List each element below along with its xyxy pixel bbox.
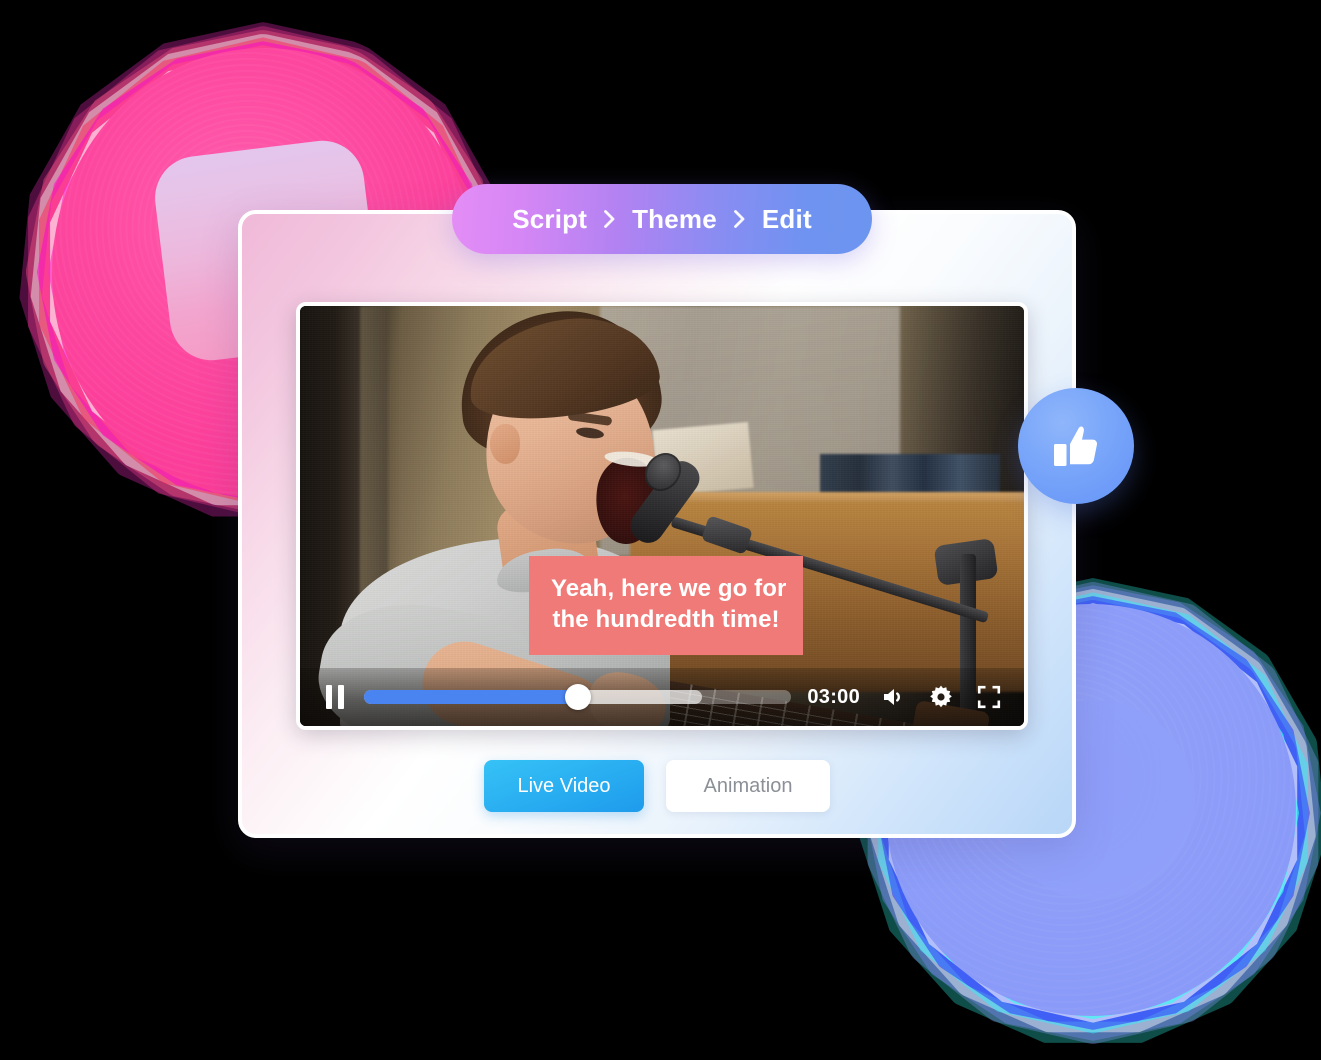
gear-icon xyxy=(930,685,952,708)
pause-button[interactable] xyxy=(318,680,352,714)
caption-line-2: the hundredth time! xyxy=(552,606,780,634)
thumbs-up-icon xyxy=(1054,426,1098,466)
breadcrumb-item-script[interactable]: Script xyxy=(509,204,590,235)
scene-root: Yeah, here we go for the hundredth time!… xyxy=(0,0,1321,1060)
fullscreen-button[interactable] xyxy=(972,680,1006,714)
tab-animation[interactable]: Animation xyxy=(666,760,830,812)
progress-thumb[interactable] xyxy=(564,684,591,710)
video-caption: Yeah, here we go for the hundredth time! xyxy=(529,556,803,656)
settings-button[interactable] xyxy=(924,680,958,714)
fullscreen-icon xyxy=(977,685,1001,709)
pause-icon xyxy=(326,685,344,709)
video-editor-card: Yeah, here we go for the hundredth time!… xyxy=(238,210,1076,838)
tab-live-video-label: Live Video xyxy=(517,774,611,797)
like-badge[interactable] xyxy=(1018,388,1134,504)
progress-bar[interactable] xyxy=(364,684,792,710)
tab-live-video[interactable]: Live Video xyxy=(484,760,644,812)
time-display: 03:00 xyxy=(807,685,860,708)
tab-animation-label: Animation xyxy=(703,774,793,797)
chevron-right-icon xyxy=(603,209,616,229)
breadcrumb-item-edit[interactable]: Edit xyxy=(759,204,815,235)
chevron-right-icon-2 xyxy=(733,209,746,229)
volume-icon xyxy=(884,689,900,705)
breadcrumb-item-theme[interactable]: Theme xyxy=(629,204,720,235)
video-controls-bar: 03:00 xyxy=(300,668,1024,726)
breadcrumb: Script Theme Edit xyxy=(452,184,872,254)
video-player[interactable]: Yeah, here we go for the hundredth time!… xyxy=(296,302,1028,730)
volume-button[interactable] xyxy=(876,680,910,714)
video-frame-image xyxy=(300,306,1024,726)
mode-tabs: Live Video Animation xyxy=(242,760,1072,812)
progress-fill xyxy=(364,690,578,704)
caption-line-1: Yeah, here we go for xyxy=(551,575,787,602)
